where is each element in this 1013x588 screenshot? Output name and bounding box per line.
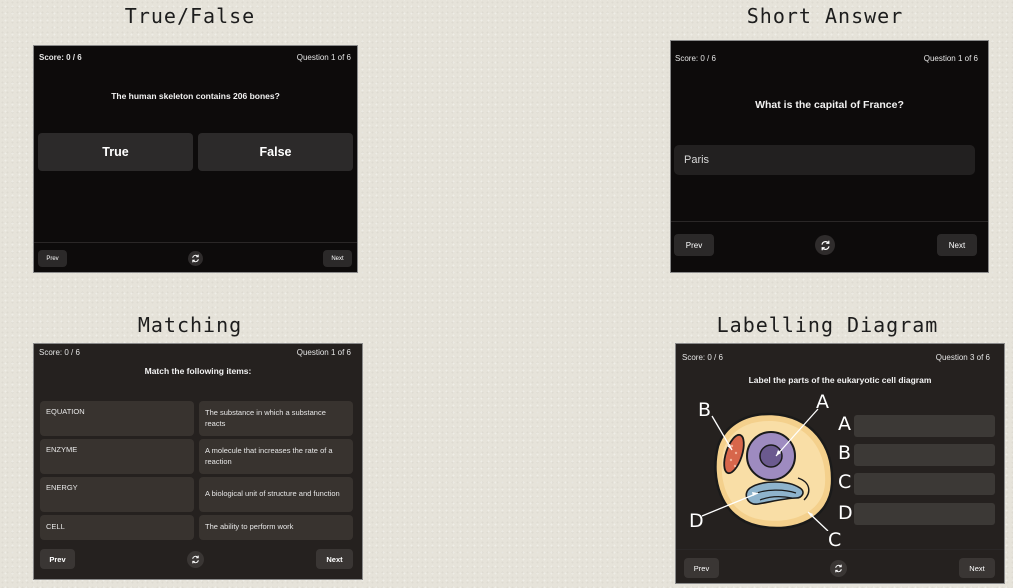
refresh-button[interactable]	[830, 560, 847, 577]
match-right-item[interactable]: The substance in which a substance react…	[199, 401, 353, 436]
answer-input-b[interactable]	[854, 444, 995, 466]
refresh-button[interactable]	[187, 551, 204, 568]
match-right-item[interactable]: The ability to perform work	[199, 515, 353, 540]
score-label: Score: 0 / 6	[39, 53, 82, 62]
question-counter: Question 1 of 6	[923, 54, 978, 63]
section-title-matching: Matching	[137, 313, 243, 337]
refresh-icon	[192, 555, 199, 564]
answer-label-d: D	[838, 502, 853, 524]
labelling-card: Score: 0 / 6 Question 3 of 6 Label the p…	[675, 343, 1005, 584]
match-left-item[interactable]: ENZYME	[40, 439, 194, 474]
question-counter: Question 1 of 6	[296, 53, 351, 62]
question-counter: Question 1 of 6	[296, 348, 351, 357]
score-label: Score: 0 / 6	[682, 353, 723, 362]
refresh-button[interactable]	[188, 251, 203, 266]
diagram-label-d: D	[689, 510, 704, 532]
matching-card: Score: 0 / 6 Question 1 of 6 Match the f…	[33, 343, 363, 580]
refresh-icon	[835, 564, 842, 573]
match-right-item[interactable]: A molecule that increases the rate of a …	[199, 439, 353, 474]
question-text: What is the capital of France?	[755, 99, 904, 111]
answer-input[interactable]: Paris	[674, 145, 975, 175]
footer-divider	[671, 221, 988, 222]
match-left-item[interactable]: ENERGY	[40, 477, 194, 512]
match-left-item[interactable]: CELL	[40, 515, 194, 540]
prev-button[interactable]: Prev	[38, 250, 67, 267]
prev-button[interactable]: Prev	[40, 549, 75, 569]
next-button[interactable]: Next	[323, 250, 352, 267]
diagram-label-b: B	[698, 399, 712, 421]
match-left-item[interactable]: EQUATION	[40, 401, 194, 436]
diagram-label-a: A	[816, 391, 829, 413]
footer-divider	[34, 242, 357, 243]
next-button[interactable]: Next	[937, 234, 977, 256]
true-false-card: Score: 0 / 6 Question 1 of 6 The human s…	[33, 45, 358, 273]
section-title-short-answer: Short Answer	[746, 4, 904, 28]
prev-button[interactable]: Prev	[684, 558, 719, 578]
next-button[interactable]: Next	[959, 558, 995, 578]
answer-input-a[interactable]	[854, 415, 995, 437]
answer-label-a: A	[838, 413, 851, 435]
false-button[interactable]: False	[198, 133, 353, 171]
score-label: Score: 0 / 6	[675, 54, 716, 63]
refresh-icon	[820, 240, 830, 250]
refresh-icon	[192, 254, 199, 263]
answer-input-c[interactable]	[854, 473, 995, 495]
answer-input-d[interactable]	[854, 503, 995, 525]
section-title-true-false: True/False	[124, 4, 256, 28]
question-text: The human skeleton contains 206 bones?	[111, 91, 280, 101]
prev-button[interactable]: Prev	[674, 234, 714, 256]
question-counter: Question 3 of 6	[935, 353, 990, 362]
match-right-item[interactable]: A biological unit of structure and funct…	[199, 477, 353, 512]
question-text: Match the following items:	[144, 366, 252, 376]
next-button[interactable]: Next	[316, 549, 353, 569]
answer-label-b: B	[838, 442, 852, 464]
footer-divider	[676, 549, 1004, 550]
diagram-label-c: C	[828, 529, 842, 551]
question-text: Label the parts of the eukaryotic cell d…	[748, 375, 932, 385]
short-answer-card: Score: 0 / 6 Question 1 of 6 What is the…	[670, 40, 989, 273]
true-button[interactable]: True	[38, 133, 193, 171]
answer-label-c: C	[838, 471, 852, 493]
section-title-labelling: Labelling Diagram	[716, 313, 939, 337]
refresh-button[interactable]	[815, 235, 835, 255]
eukaryotic-cell-diagram	[701, 408, 834, 531]
score-label: Score: 0 / 6	[39, 348, 80, 357]
